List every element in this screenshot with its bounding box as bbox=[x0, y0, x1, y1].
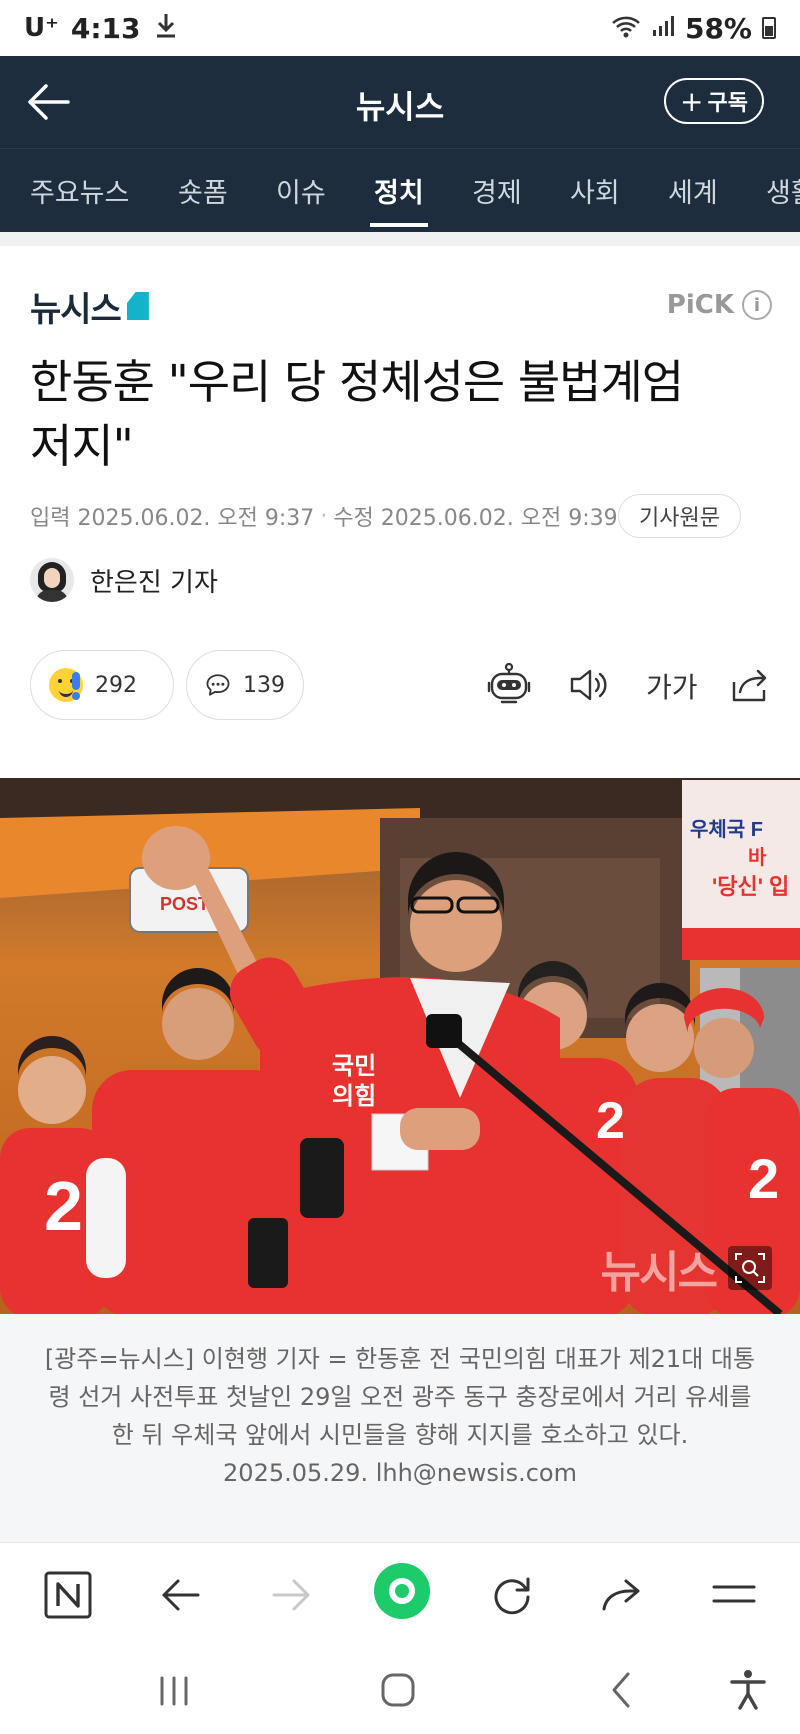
section-divider bbox=[0, 232, 800, 246]
photo-caption: [광주=뉴시스] 이현행 기자 = 한동훈 전 국민의힘 대표가 제21대 대통… bbox=[0, 1314, 800, 1542]
tab-world[interactable]: 세계 bbox=[668, 171, 718, 210]
green-dot-icon[interactable] bbox=[372, 1561, 432, 1621]
plus-icon: + bbox=[680, 84, 704, 118]
edit-date: 수정 2025.06.02. 오전 9:39 bbox=[333, 506, 618, 531]
tab-politics[interactable]: 정치 bbox=[370, 171, 428, 227]
comment-count: 139 bbox=[243, 672, 285, 698]
app-header: 뉴시스 + 구독 bbox=[0, 56, 800, 148]
tab-society[interactable]: 사회 bbox=[570, 171, 620, 210]
article-dates: 입력 2025.06.02. 오전 9:37 · 수정 2025.06.02. … bbox=[30, 500, 618, 532]
headline-line-2: 저지" bbox=[30, 419, 134, 473]
reaction-button[interactable]: 292 bbox=[30, 650, 174, 720]
font-size-button[interactable]: 가가 bbox=[644, 660, 704, 706]
article-actions: 292 139 가가 bbox=[30, 650, 770, 720]
exclamation-icon bbox=[69, 670, 83, 700]
pick-label: PiCK bbox=[666, 290, 734, 320]
menu-icon[interactable] bbox=[708, 1569, 760, 1621]
tab-issue[interactable]: 이슈 bbox=[276, 171, 326, 210]
comment-icon bbox=[206, 674, 230, 696]
svg-text:2: 2 bbox=[44, 1167, 83, 1245]
reload-icon[interactable] bbox=[486, 1569, 538, 1621]
banner-text-1: 우체국 F bbox=[690, 818, 763, 841]
battery-percent: 58% bbox=[684, 11, 752, 45]
browser-forward-icon[interactable] bbox=[266, 1569, 318, 1621]
font-size-label: 가가 bbox=[646, 671, 698, 704]
jersey-text: 국민 bbox=[332, 1053, 376, 1080]
headline-line-1: 한동훈 "우리 당 정체성은 불법계엄 bbox=[30, 355, 684, 409]
pick-badge[interactable]: PiCK i bbox=[667, 290, 772, 320]
reporter-avatar bbox=[30, 558, 74, 602]
battery-icon bbox=[762, 17, 776, 39]
system-navigation-bar bbox=[0, 1646, 800, 1734]
zoom-icon[interactable] bbox=[728, 1246, 772, 1290]
status-icons: 58% bbox=[611, 12, 776, 45]
status-time: 4:13 bbox=[70, 11, 141, 45]
browser-back-icon[interactable] bbox=[154, 1569, 206, 1621]
download-icon bbox=[155, 12, 177, 45]
banner-text-2: 바 bbox=[748, 846, 767, 869]
photo-watermark: 뉴시스 bbox=[600, 1247, 718, 1298]
category-tabs: 주요뉴스 숏폼 이슈 정치 경제 사회 세계 생활 bbox=[0, 148, 800, 232]
system-back-icon[interactable] bbox=[598, 1666, 646, 1714]
article-photo[interactable]: 우체국 F 바 '당신' 입 POST 국민 의힘 2 2 2 뉴시스 bbox=[0, 778, 800, 1314]
photo-illustration: 우체국 F 바 '당신' 입 POST 국민 의힘 2 2 2 bbox=[0, 778, 800, 1314]
share-icon[interactable] bbox=[726, 662, 772, 708]
date-separator: · bbox=[320, 503, 328, 529]
svg-text:2: 2 bbox=[748, 1147, 779, 1210]
wifi-icon bbox=[611, 12, 641, 45]
ai-summary-robot-icon[interactable] bbox=[486, 662, 532, 708]
subscribe-button[interactable]: + 구독 bbox=[664, 78, 764, 124]
text-to-speech-icon[interactable] bbox=[566, 662, 612, 708]
home-icon[interactable] bbox=[374, 1666, 422, 1714]
carrier-label: U⁺ bbox=[24, 13, 59, 43]
comment-button[interactable]: 139 bbox=[186, 650, 304, 720]
reaction-count: 292 bbox=[95, 672, 137, 698]
status-bar: U⁺ 4:13 58% bbox=[0, 0, 800, 56]
input-date: 입력 2025.06.02. 오전 9:37 bbox=[30, 506, 315, 531]
browser-share-icon[interactable] bbox=[596, 1569, 648, 1621]
tab-economy[interactable]: 경제 bbox=[472, 171, 522, 210]
jersey-text-2: 의힘 bbox=[332, 1083, 376, 1110]
browser-toolbar bbox=[0, 1542, 800, 1646]
reporter-name: 한은진 기자 bbox=[90, 567, 218, 598]
recent-apps-icon[interactable] bbox=[150, 1666, 198, 1714]
tab-life[interactable]: 생활 bbox=[766, 171, 800, 210]
naver-home-icon[interactable] bbox=[42, 1569, 94, 1621]
reporter[interactable]: 한은진 기자 bbox=[30, 558, 218, 602]
press-logo-text: 뉴시스 bbox=[30, 289, 122, 330]
signal-icon bbox=[651, 12, 675, 45]
original-article-button[interactable]: 기사원문 bbox=[618, 494, 741, 538]
press-logo-mark bbox=[126, 292, 149, 320]
press-logo[interactable]: 뉴시스 bbox=[30, 288, 149, 330]
article-headline: 한동훈 "우리 당 정체성은 불법계엄 저지" bbox=[30, 350, 770, 478]
banner-text-3: '당신' 입 bbox=[712, 874, 789, 899]
svg-text:2: 2 bbox=[596, 1092, 625, 1150]
tab-main-news[interactable]: 주요뉴스 bbox=[30, 171, 129, 210]
info-icon[interactable]: i bbox=[742, 290, 772, 320]
tab-shortform[interactable]: 숏폼 bbox=[178, 171, 228, 210]
accessibility-icon[interactable] bbox=[724, 1666, 772, 1714]
subscribe-label: 구독 bbox=[707, 91, 748, 116]
